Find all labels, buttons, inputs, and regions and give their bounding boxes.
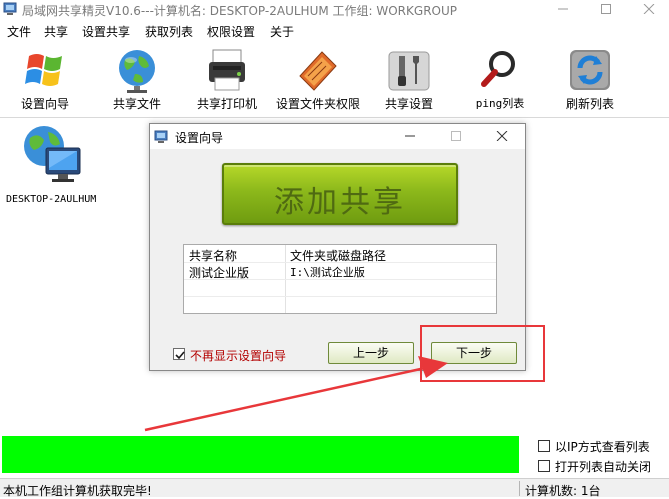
app-window: 局域网共享精灵V10.6---计算机名: DESKTOP-2AULHUM 工作组… (0, 0, 669, 498)
status-message: 本机工作组计算机获取完毕! (3, 484, 152, 498)
computer-count: 计算机数: 1台 (525, 484, 601, 498)
auto-close-label: 打开列表自动关闭 (555, 460, 652, 474)
status-bar: 本机工作组计算机获取完毕! 计算机数: 1台 (0, 478, 669, 498)
annotation-arrow (144, 356, 448, 432)
status-divider (519, 481, 520, 496)
progress-bar (2, 436, 519, 473)
ip-view-label: 以IP方式查看列表 (555, 440, 650, 454)
auto-close-checkbox[interactable] (538, 460, 550, 472)
ip-view-checkbox[interactable] (538, 440, 550, 452)
